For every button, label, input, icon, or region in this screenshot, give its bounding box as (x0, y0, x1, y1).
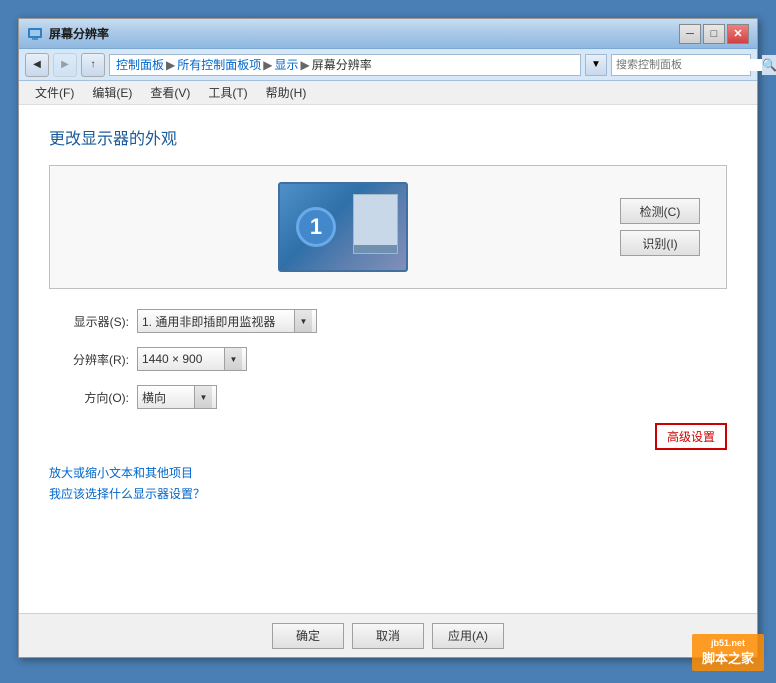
forward-button[interactable]: ▶ (53, 53, 77, 77)
search-input[interactable] (612, 59, 762, 71)
monitor-label: 显示器(S): (49, 313, 129, 330)
monitor-select-value: 1. 通用非即插即用监视器 (142, 313, 294, 330)
separator-3: ▶ (301, 58, 310, 72)
content-area: 更改显示器的外观 1 检测(C) 识别(I) (19, 105, 757, 613)
maximize-button[interactable]: □ (703, 24, 725, 44)
search-box: 🔍 (611, 54, 751, 76)
watermark: jb51.net 脚本之家 (692, 634, 764, 671)
resolution-select-value: 1440 × 900 (142, 352, 224, 366)
links-area: 放大或缩小文本和其他项目 我应该选择什么显示器设置？ (49, 464, 727, 502)
close-button[interactable]: ✕ (727, 24, 749, 44)
page-title: 更改显示器的外观 (49, 125, 727, 149)
window-controls: ─ □ ✕ (679, 24, 749, 44)
monitor-select-arrow: ▼ (294, 310, 312, 332)
search-button[interactable]: 🔍 (762, 55, 776, 75)
orientation-select[interactable]: 横向 ▼ (137, 385, 217, 409)
address-path[interactable]: 控制面板 ▶ 所有控制面板项 ▶ 显示 ▶ 屏幕分辨率 (109, 54, 581, 76)
path-part-3: 显示 (275, 56, 299, 73)
link-help[interactable]: 我应该选择什么显示器设置？ (49, 485, 727, 502)
monitor-image-area: 1 (66, 182, 620, 272)
menu-file[interactable]: 文件(F) (27, 82, 82, 103)
menu-view[interactable]: 查看(V) (142, 82, 198, 103)
path-part-2: 所有控制面板项 (177, 56, 261, 73)
resolution-label: 分辨率(R): (49, 351, 129, 368)
detect-button[interactable]: 检测(C) (620, 198, 700, 224)
back-button[interactable]: ◀ (25, 53, 49, 77)
menu-edit[interactable]: 编辑(E) (84, 82, 140, 103)
separator-1: ▶ (166, 58, 175, 72)
title-bar: 屏幕分辨率 ─ □ ✕ (19, 19, 757, 49)
path-part-4: 屏幕分辨率 (312, 56, 372, 73)
menu-help[interactable]: 帮助(H) (258, 82, 315, 103)
orientation-row: 方向(O): 横向 ▼ (49, 385, 727, 409)
resolution-select-arrow: ▼ (224, 348, 242, 370)
menu-bar: 文件(F) 编辑(E) 查看(V) 工具(T) 帮助(H) (19, 81, 757, 105)
path-dropdown-button[interactable]: ▼ (585, 54, 607, 76)
link-zoom[interactable]: 放大或缩小文本和其他项目 (49, 464, 727, 481)
watermark-line2: 脚本之家 (702, 651, 754, 666)
menu-tools[interactable]: 工具(T) (200, 82, 255, 103)
monitor-row: 显示器(S): 1. 通用非即插即用监视器 ▼ (49, 309, 727, 333)
advanced-settings-button[interactable]: 高级设置 (655, 423, 727, 450)
window-icon (27, 26, 43, 42)
monitor-action-buttons: 检测(C) 识别(I) (620, 198, 700, 256)
monitor-preview: 1 (278, 182, 408, 272)
window-title: 屏幕分辨率 (49, 25, 679, 42)
monitor-select[interactable]: 1. 通用非即插即用监视器 ▼ (137, 309, 317, 333)
ok-button[interactable]: 确定 (272, 623, 344, 649)
up-button[interactable]: ↑ (81, 53, 105, 77)
resolution-row: 分辨率(R): 1440 × 900 ▼ (49, 347, 727, 371)
main-window: 屏幕分辨率 ─ □ ✕ ◀ ▶ ↑ 控制面板 ▶ 所有控制面板项 ▶ 显示 ▶ … (18, 18, 758, 658)
bottom-bar: 确定 取消 应用(A) (19, 613, 757, 657)
monitor-number: 1 (296, 207, 336, 247)
screen-taskbar (354, 245, 397, 253)
orientation-label: 方向(O): (49, 389, 129, 406)
form-area: 显示器(S): 1. 通用非即插即用监视器 ▼ 分辨率(R): 1440 × 9… (49, 309, 727, 502)
monitor-screen-inner (353, 194, 398, 254)
orientation-select-value: 横向 (142, 389, 194, 406)
separator-2: ▶ (263, 58, 272, 72)
address-bar: ◀ ▶ ↑ 控制面板 ▶ 所有控制面板项 ▶ 显示 ▶ 屏幕分辨率 ▼ 🔍 (19, 49, 757, 81)
resolution-select[interactable]: 1440 × 900 ▼ (137, 347, 247, 371)
minimize-button[interactable]: ─ (679, 24, 701, 44)
monitor-preview-box: 1 检测(C) 识别(I) (49, 165, 727, 289)
cancel-button[interactable]: 取消 (352, 623, 424, 649)
advanced-settings-row: 高级设置 (49, 423, 727, 450)
path-part-1: 控制面板 (116, 56, 164, 73)
identify-button[interactable]: 识别(I) (620, 230, 700, 256)
orientation-select-arrow: ▼ (194, 386, 212, 408)
apply-button[interactable]: 应用(A) (432, 623, 504, 649)
watermark-line1: jb51.net (702, 638, 754, 648)
